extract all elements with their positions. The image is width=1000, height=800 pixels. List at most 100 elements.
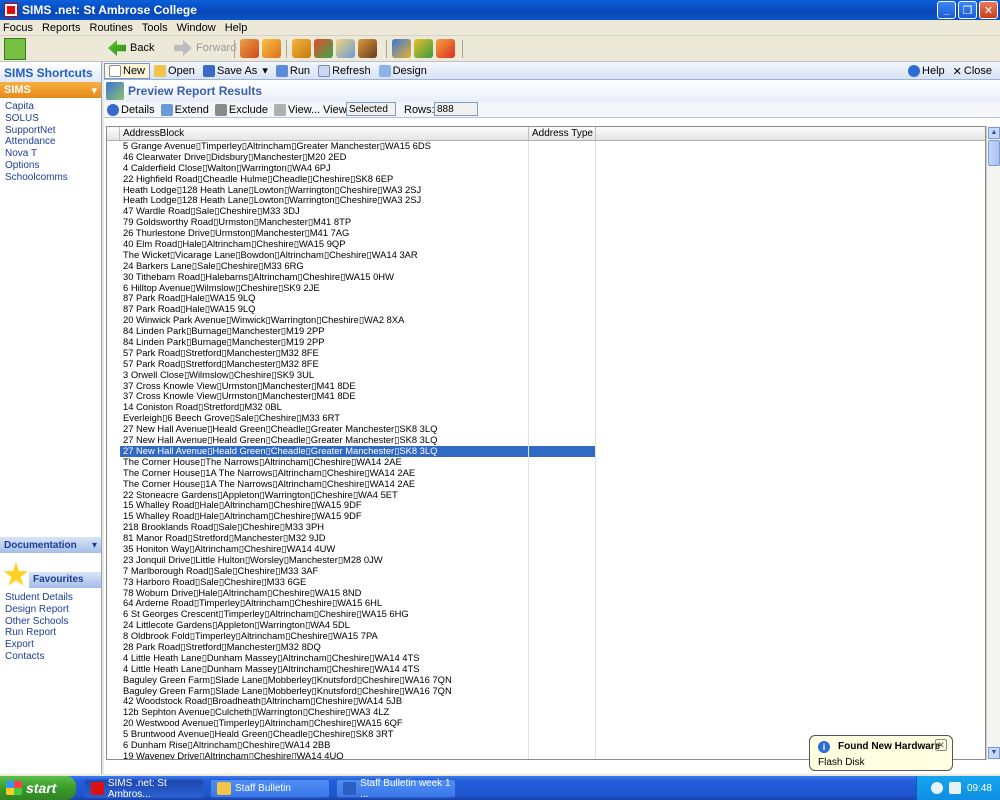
sidebar-link-schoolcomms[interactable]: Schoolcomms bbox=[5, 172, 101, 184]
book-icon[interactable] bbox=[292, 39, 311, 58]
favourite-contacts[interactable]: Contacts bbox=[5, 651, 101, 663]
menu-focus[interactable]: Focus bbox=[0, 22, 39, 34]
table-row[interactable]: 218 Brooklands Road▯Sale▯Cheshire▯M33 3P… bbox=[107, 522, 985, 534]
table-row[interactable]: 37 Cross Knowle View▯Urmston▯Manchester▯… bbox=[107, 380, 985, 392]
favourite-student-details[interactable]: Student Details bbox=[5, 592, 101, 604]
table-row[interactable]: 14 Coniston Road▯Stretford▯M32 0BL bbox=[107, 402, 985, 414]
run-button[interactable]: Run bbox=[272, 63, 314, 79]
maximize-button[interactable]: ❐ bbox=[958, 1, 977, 19]
taskbar-item-staff-bulletin[interactable]: Staff Bulletin bbox=[210, 779, 330, 798]
forward-button[interactable]: Forward bbox=[174, 40, 236, 56]
table-row[interactable]: 20 Westwood Avenue▯Timperley▯Altrincham▯… bbox=[107, 718, 985, 730]
sidebar-link-solus[interactable]: SOLUS bbox=[5, 113, 101, 125]
favourites-header[interactable]: Favourites bbox=[29, 572, 101, 588]
table-row[interactable]: 57 Park Road▯Stretford▯Manchester▯M32 8F… bbox=[107, 347, 985, 359]
taskbar-item-sims[interactable]: SIMS .net: St Ambros... bbox=[84, 778, 204, 800]
vertical-scrollbar[interactable]: ▲ ▼ bbox=[986, 126, 1000, 760]
table-row[interactable]: 30 Tithebarn Road▯Halebarns▯Altrincham▯C… bbox=[107, 271, 985, 283]
column-header-addressblock[interactable]: AddressBlock bbox=[120, 127, 529, 140]
scroll-up-icon[interactable]: ▲ bbox=[988, 127, 1000, 139]
documentation-header[interactable]: Documentation ▾ bbox=[0, 537, 101, 553]
close-window-button[interactable]: ✕ bbox=[979, 1, 998, 19]
table-row[interactable]: 24 Littlecote Gardens▯Appleton▯Warringto… bbox=[107, 620, 985, 632]
table-row[interactable]: 40 Elm Road▯Hale▯Altrincham▯Cheshire▯WA1… bbox=[107, 239, 985, 250]
sidebar-link-options[interactable]: Options bbox=[5, 160, 101, 172]
save-as-button[interactable]: Save As ▾ bbox=[199, 63, 272, 79]
table-row[interactable]: 5 Grange Avenue▯Timperley▯Altrincham▯Gre… bbox=[107, 141, 985, 152]
table-row[interactable]: 47 Wardle Road▯Sale▯Cheshire▯M33 3DJ bbox=[107, 206, 985, 218]
table-row[interactable]: The Corner House▯1A The Narrows▯Altrinch… bbox=[107, 467, 985, 479]
start-button[interactable]: start bbox=[0, 776, 76, 800]
details-button[interactable]: Details bbox=[104, 102, 158, 118]
table-row[interactable]: 7 Marlborough Road▯Sale▯Cheshire▯M33 3AF bbox=[107, 565, 985, 577]
table-row[interactable]: Everleigh▯6 Beech Grove▯Sale▯Cheshire▯M3… bbox=[107, 413, 985, 425]
home-icon[interactable] bbox=[4, 38, 26, 60]
menu-routines[interactable]: Routines bbox=[87, 22, 139, 34]
table-row[interactable]: Heath Lodge▯128 Heath Lane▯Lowton▯Warrin… bbox=[107, 195, 985, 207]
refresh-button[interactable]: Refresh bbox=[314, 63, 375, 79]
sidebar-link-supportnet[interactable]: SupportNet bbox=[5, 125, 101, 137]
table-row[interactable]: 87 Park Road▯Hale▯WA15 9LQ bbox=[107, 304, 985, 316]
flags-icon[interactable] bbox=[314, 39, 333, 58]
table-row[interactable]: 35 Honiton Way▯Altrincham▯Cheshire▯WA14 … bbox=[107, 543, 985, 555]
help-button[interactable]: Help bbox=[904, 63, 949, 79]
table-row[interactable]: 84 Linden Park▯Burnage▯Manchester▯M19 2P… bbox=[107, 337, 985, 348]
table-row[interactable]: Heath Lodge▯128 Heath Lane▯Lowton▯Warrin… bbox=[107, 184, 985, 196]
table-row[interactable]: The Wicket▯Vicarage Lane▯Bowdon▯Altrinch… bbox=[107, 249, 985, 261]
table-row[interactable]: 4 Calderfield Close▯Walton▯Warrington▯WA… bbox=[107, 162, 985, 174]
hardware-tray-icon[interactable] bbox=[948, 782, 961, 794]
minimize-button[interactable]: _ bbox=[937, 1, 956, 19]
design-button[interactable]: Design bbox=[375, 63, 431, 79]
favourite-run-report[interactable]: Run Report bbox=[5, 627, 101, 639]
table-row[interactable]: 78 Woburn Drive▯Hale▯Altrincham▯Cheshire… bbox=[107, 587, 985, 599]
back-button[interactable]: Back bbox=[108, 40, 154, 56]
table-row[interactable]: 3 Orwell Close▯Wilmslow▯Cheshire▯SK9 3UL bbox=[107, 369, 985, 381]
table-row[interactable]: 24 Barkers Lane▯Sale▯Cheshire▯M33 6RG bbox=[107, 260, 985, 272]
table-row[interactable]: 84 Linden Park▯Burnage▯Manchester▯M19 2P… bbox=[107, 326, 985, 338]
table-row[interactable]: 73 Harboro Road▯Sale▯Cheshire▯M33 6GE bbox=[107, 576, 985, 588]
sidebar-link-nova-t[interactable]: Nova T bbox=[5, 148, 101, 160]
table-row[interactable]: 6 St Georges Crescent▯Timperley▯Altrinch… bbox=[107, 609, 985, 621]
menu-help[interactable]: Help bbox=[222, 22, 254, 34]
staff-icon[interactable] bbox=[358, 39, 377, 58]
table-row[interactable]: 8 Oldbrook Fold▯Timperley▯Altrincham▯Che… bbox=[107, 631, 985, 642]
table-row[interactable]: 26 Thurlestone Drive▯Urmston▯Manchester▯… bbox=[107, 228, 985, 240]
tray-back-icon[interactable] bbox=[930, 782, 943, 794]
view-menu-button[interactable]: View... bbox=[271, 102, 323, 118]
scrollbar-thumb[interactable] bbox=[988, 140, 1000, 166]
table-row[interactable]: 12b Sephton Avenue▯Culcheth▯Warrington▯C… bbox=[107, 707, 985, 719]
menu-tools[interactable]: Tools bbox=[139, 22, 174, 34]
table-row[interactable]: 64 Arderne Road▯Timperley▯Altrincham▯Che… bbox=[107, 598, 985, 610]
sims-group-header[interactable]: SIMS ▾ bbox=[0, 82, 101, 98]
table-row[interactable]: The Corner House▯The Narrows▯Altrincham▯… bbox=[107, 456, 985, 468]
close-icon[interactable]: ✕ bbox=[935, 739, 947, 751]
sidebar-link-capita[interactable]: Capita bbox=[5, 101, 101, 113]
open-button[interactable]: Open bbox=[150, 63, 199, 79]
extend-button[interactable]: Extend bbox=[158, 102, 212, 118]
table-row[interactable]: 15 Whalley Road▯Hale▯Altrincham▯Cheshire… bbox=[107, 500, 985, 512]
view-field[interactable]: Selected bbox=[346, 102, 396, 116]
favourite-design-report[interactable]: Design Report bbox=[5, 604, 101, 616]
table-row[interactable]: 23 Jonquil Drive▯Little Hulton▯Worsley▯M… bbox=[107, 554, 985, 566]
table-row[interactable]: Baguley Green Farm▯Slade Lane▯Mobberley▯… bbox=[107, 674, 985, 686]
sidebar-link-attendance[interactable]: Attendance bbox=[5, 136, 101, 148]
student-icon[interactable] bbox=[262, 39, 281, 58]
hardware-notification[interactable]: i Found New Hardware Flash Disk ✕ bbox=[809, 735, 953, 771]
column-header-address-type[interactable]: Address Type bbox=[529, 127, 596, 140]
scroll-down-icon[interactable]: ▼ bbox=[988, 747, 1000, 759]
menu-window[interactable]: Window bbox=[174, 22, 222, 34]
chart-icon[interactable] bbox=[392, 39, 411, 58]
new-button[interactable]: New bbox=[104, 62, 151, 79]
table-row[interactable]: 22 Stoneacre Gardens▯Appleton▯Warrington… bbox=[107, 489, 985, 501]
table-row[interactable]: 4 Little Heath Lane▯Dunham Massey▯Altrin… bbox=[107, 652, 985, 664]
favourite-export[interactable]: Export bbox=[5, 639, 101, 651]
table-row[interactable]: 28 Park Road▯Stretford▯Manchester▯M32 8D… bbox=[107, 641, 985, 653]
table-row[interactable]: 81 Manor Road▯Stretford▯Manchester▯M32 9… bbox=[107, 533, 985, 544]
exclude-button[interactable]: Exclude bbox=[212, 102, 271, 118]
table-row[interactable]: 27 New Hall Avenue▯Heald Green▯Cheadle▯G… bbox=[107, 445, 985, 457]
taskbar-item-staff-bulletin-week[interactable]: Staff Bulletin week 1 ... bbox=[336, 778, 456, 800]
table-row[interactable]: 46 Clearwater Drive▯Didsbury▯Manchester▯… bbox=[107, 151, 985, 163]
table-row[interactable]: 79 Goldsworthy Road▯Urmston▯Manchester▯M… bbox=[107, 217, 985, 229]
mail-icon[interactable] bbox=[336, 39, 355, 58]
table-row[interactable]: 22 Highfield Road▯Cheadle Hulme▯Cheadle▯… bbox=[107, 173, 985, 185]
